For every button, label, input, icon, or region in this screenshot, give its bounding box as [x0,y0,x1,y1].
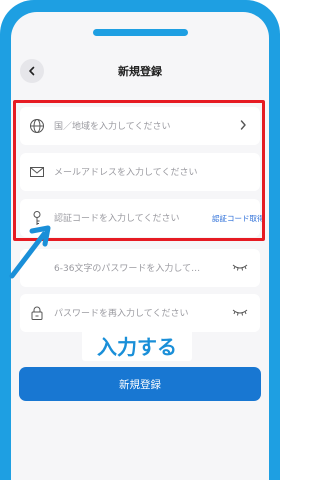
page-title: 新規登録 [118,65,162,78]
password-field[interactable]: 6-36文字のパスワードを入力して… [20,249,260,287]
highlight-box [13,100,265,241]
password-placeholder: 6-36文字のパスワードを入力して… [54,264,201,274]
eye-closed-icon[interactable] [232,263,248,271]
lock-icon [31,306,43,320]
confirm-password-field[interactable]: パスワードを再入力してください [20,294,260,332]
annotation-label: 入力する [82,329,192,361]
confirm-password-placeholder: パスワードを再入力してください [54,309,189,319]
arrow-icon [9,225,51,279]
register-button[interactable]: 新規登録 [19,367,261,401]
eye-closed-icon[interactable] [232,308,248,316]
phone-speaker [93,29,188,36]
